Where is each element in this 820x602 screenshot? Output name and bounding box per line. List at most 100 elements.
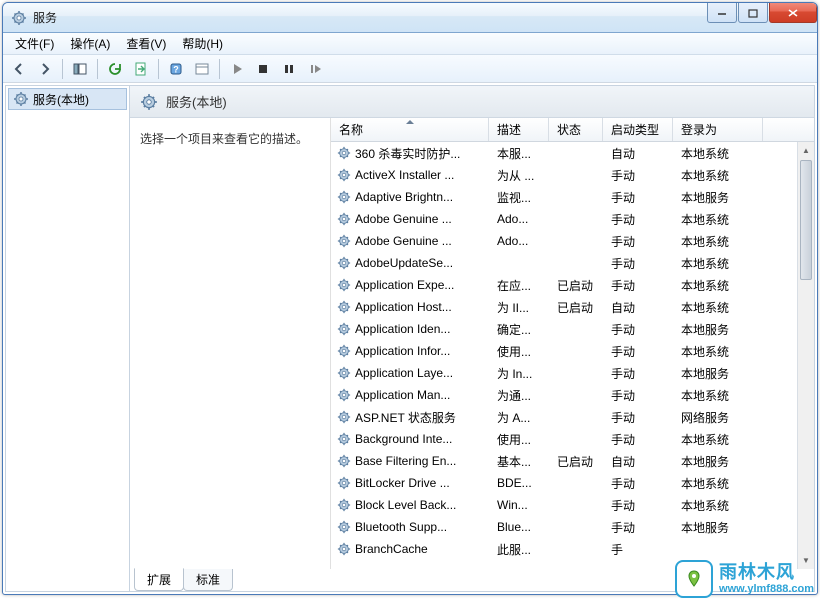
service-row[interactable]: Application Expe...在应...已启动手动本地系统	[331, 274, 814, 296]
services-window: 服务 文件(F) 操作(A) 查看(V) 帮助(H) ?	[2, 2, 818, 595]
service-logon: 本地系统	[673, 431, 763, 448]
start-service-button[interactable]	[225, 58, 249, 80]
client-area: 服务(本地) 服务(本地) 选择一个项目来查看它的描述。 名称 描述 状态 启动…	[5, 85, 815, 592]
service-desc: 本服...	[489, 145, 549, 162]
toolbar: ?	[3, 55, 817, 83]
column-name[interactable]: 名称	[331, 118, 489, 141]
service-row[interactable]: Application Man...为通...手动本地系统	[331, 384, 814, 406]
service-name-cell: Application Infor...	[331, 344, 489, 358]
maximize-button[interactable]	[738, 3, 768, 23]
service-row[interactable]: BitLocker Drive ...BDE...手动本地系统	[331, 472, 814, 494]
back-button[interactable]	[7, 58, 31, 80]
view-tabs: 扩展 标准	[130, 569, 814, 591]
main-pane: 服务(本地) 选择一个项目来查看它的描述。 名称 描述 状态 启动类型 登录为 …	[130, 86, 814, 591]
column-headers: 名称 描述 状态 启动类型 登录为	[331, 118, 814, 142]
service-row[interactable]: Application Iden...确定...手动本地服务	[331, 318, 814, 340]
minimize-button[interactable]	[707, 3, 737, 23]
service-row[interactable]: Application Infor...使用...手动本地系统	[331, 340, 814, 362]
service-row[interactable]: Application Host...为 II...已启动自动本地系统	[331, 296, 814, 318]
menu-file[interactable]: 文件(F)	[7, 33, 62, 54]
service-row[interactable]: Bluetooth Supp...Blue...手动本地服务	[331, 516, 814, 538]
stop-service-button[interactable]	[251, 58, 275, 80]
service-row[interactable]: ActiveX Installer ...为从 ...手动本地系统	[331, 164, 814, 186]
service-startup: 手动	[603, 519, 673, 536]
service-name-cell: Application Laye...	[331, 366, 489, 380]
service-row[interactable]: Application Laye...为 In...手动本地服务	[331, 362, 814, 384]
toolbar-separator	[62, 59, 63, 79]
service-name: AdobeUpdateSe...	[355, 256, 489, 270]
service-name: ASP.NET 状态服务	[355, 409, 489, 426]
column-description[interactable]: 描述	[489, 118, 549, 141]
vertical-scrollbar[interactable]: ▲ ▼	[797, 142, 814, 569]
service-name: Application Infor...	[355, 344, 489, 358]
service-row[interactable]: Adaptive Brightn...监视...手动本地服务	[331, 186, 814, 208]
service-row[interactable]: 360 杀毒实时防护...本服...自动本地系统	[331, 142, 814, 164]
pause-service-button[interactable]	[277, 58, 301, 80]
service-logon: 网络服务	[673, 409, 763, 426]
service-name: BranchCache	[355, 542, 489, 556]
help-button[interactable]: ?	[164, 58, 188, 80]
service-name: Application Expe...	[355, 278, 489, 292]
menu-view[interactable]: 查看(V)	[118, 33, 174, 54]
forward-button[interactable]	[33, 58, 57, 80]
service-row[interactable]: Block Level Back...Win...手动本地系统	[331, 494, 814, 516]
service-name-cell: Bluetooth Supp...	[331, 520, 489, 534]
service-row[interactable]: Adobe Genuine ...Ado...手动本地系统	[331, 230, 814, 252]
gear-icon	[13, 91, 29, 107]
service-desc: 为 In...	[489, 365, 549, 382]
service-logon: 本地服务	[673, 365, 763, 382]
refresh-button[interactable]	[103, 58, 127, 80]
service-row[interactable]: Base Filtering En...基本...已启动自动本地服务	[331, 450, 814, 472]
service-row[interactable]: BranchCache此服...手	[331, 538, 814, 560]
tree-pane: 服务(本地)	[6, 86, 130, 591]
restart-service-button[interactable]	[303, 58, 327, 80]
service-desc: 使用...	[489, 343, 549, 360]
export-button[interactable]	[129, 58, 153, 80]
service-startup: 手动	[603, 167, 673, 184]
gear-icon	[337, 278, 351, 292]
menubar: 文件(F) 操作(A) 查看(V) 帮助(H)	[3, 33, 817, 55]
service-name: ActiveX Installer ...	[355, 168, 489, 182]
column-status[interactable]: 状态	[549, 118, 603, 141]
service-name-cell: Background Inte...	[331, 432, 489, 446]
service-startup: 手动	[603, 277, 673, 294]
gear-icon	[337, 146, 351, 160]
description-pane: 选择一个项目来查看它的描述。	[130, 118, 330, 569]
service-desc: 为 II...	[489, 299, 549, 316]
service-startup: 手动	[603, 475, 673, 492]
service-logon: 本地服务	[673, 519, 763, 536]
service-startup: 自动	[603, 453, 673, 470]
service-desc: Ado...	[489, 234, 549, 248]
menu-action[interactable]: 操作(A)	[62, 33, 118, 54]
gear-icon	[337, 498, 351, 512]
gear-icon	[337, 520, 351, 534]
service-row[interactable]: AdobeUpdateSe...手动本地系统	[331, 252, 814, 274]
tab-standard[interactable]: 标准	[183, 569, 233, 591]
service-name-cell: BranchCache	[331, 542, 489, 556]
scroll-down-icon[interactable]: ▼	[798, 552, 814, 569]
service-row[interactable]: Background Inte...使用...手动本地系统	[331, 428, 814, 450]
service-row[interactable]: ASP.NET 状态服务为 A...手动网络服务	[331, 406, 814, 428]
service-name: Background Inte...	[355, 432, 489, 446]
service-row[interactable]: Adobe Genuine ...Ado...手动本地系统	[331, 208, 814, 230]
gear-icon	[337, 322, 351, 336]
titlebar[interactable]: 服务	[3, 3, 817, 33]
show-hide-tree-button[interactable]	[68, 58, 92, 80]
gear-icon	[337, 168, 351, 182]
menu-help[interactable]: 帮助(H)	[174, 33, 231, 54]
column-logon[interactable]: 登录为	[673, 118, 763, 141]
service-startup: 自动	[603, 299, 673, 316]
scrollbar-thumb[interactable]	[800, 160, 812, 280]
main-header-title: 服务(本地)	[166, 92, 227, 111]
service-name-cell: AdobeUpdateSe...	[331, 256, 489, 270]
tab-extended[interactable]: 扩展	[134, 568, 184, 591]
close-button[interactable]	[769, 3, 817, 23]
scroll-up-icon[interactable]: ▲	[798, 142, 814, 159]
tree-root-item[interactable]: 服务(本地)	[8, 88, 127, 110]
column-startup[interactable]: 启动类型	[603, 118, 673, 141]
properties-button[interactable]	[190, 58, 214, 80]
gear-icon	[337, 300, 351, 314]
service-status: 已启动	[549, 453, 603, 470]
gear-icon	[337, 190, 351, 204]
toolbar-separator	[158, 59, 159, 79]
